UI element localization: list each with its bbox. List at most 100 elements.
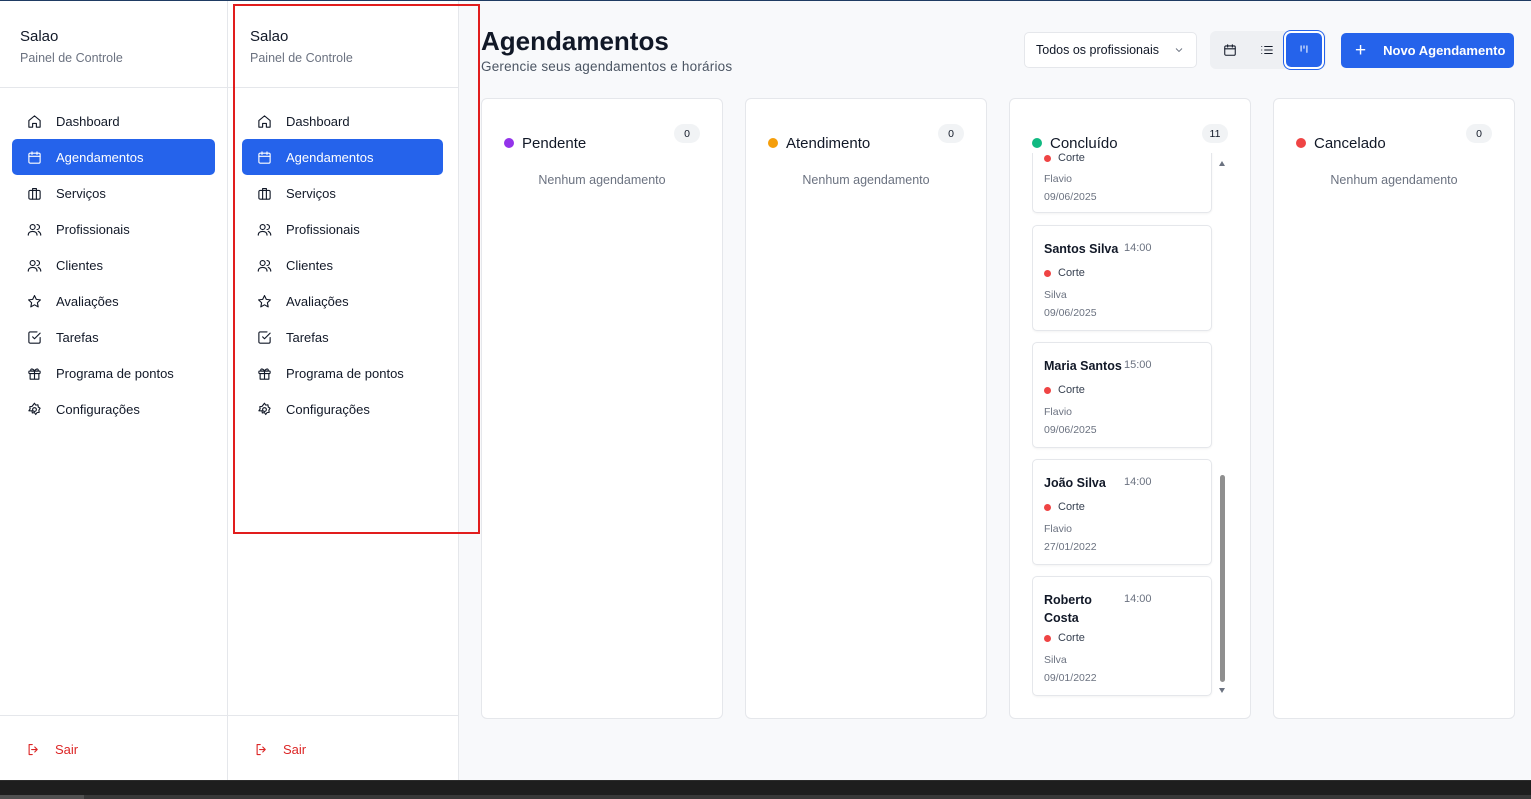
appointment-date: 09/06/2025 (1044, 191, 1097, 203)
new-appointment-button[interactable]: + Novo Agendamento (1341, 33, 1514, 68)
empty-state: Nenhum agendamento (1330, 173, 1458, 187)
sidebar-item-label: Tarefas (56, 329, 99, 345)
logout-label: Sair (55, 742, 79, 757)
appointment-card[interactable]: Maria Santos 15:00 Corte Flavio 09/06/20… (1032, 342, 1212, 448)
column-concluido: Concluído 11 Corte Flavio 09/06/2025 San… (1009, 98, 1251, 719)
appointment-card[interactable]: Roberto Costa 14:00 Corte Silva 09/01/20… (1032, 576, 1212, 696)
sidebar-item-tarefas[interactable]: Tarefas (242, 319, 443, 355)
users-icon (256, 221, 272, 237)
briefcase-icon (256, 185, 272, 201)
sidebar-item-servicos[interactable]: Serviços (12, 175, 215, 211)
sidebar-item-label: Tarefas (286, 329, 329, 345)
appointment-time: 15:00 (1124, 359, 1152, 371)
sidebar-item-label: Serviços (286, 185, 336, 201)
empty-state: Nenhum agendamento (802, 173, 930, 187)
status-dot (504, 138, 514, 148)
service-dot (1044, 154, 1051, 162)
service-label: Corte (1058, 501, 1085, 513)
client-name: João Silva (1044, 476, 1106, 490)
sidebar-item-label: Serviços (56, 185, 106, 201)
view-mode-toggle (1210, 31, 1326, 69)
sidebar-item-programa-de-pontos[interactable]: Programa de pontos (242, 355, 443, 391)
appointment-date: 27/01/2022 (1044, 541, 1097, 553)
client-name: Santos Silva (1044, 242, 1119, 256)
column-pendente: Pendente 0 Nenhum agendamento (481, 98, 723, 719)
taskbar-item[interactable] (0, 795, 84, 799)
scroll-up-arrow[interactable] (1219, 161, 1225, 166)
professional-filter-select[interactable]: Todos os profissionais (1024, 32, 1197, 68)
sidebar-item-label: Profissionais (56, 221, 130, 237)
sidebar-item-profissionais[interactable]: Profissionais (12, 211, 215, 247)
new-appointment-label: Novo Agendamento (1383, 43, 1506, 58)
service-label: Corte (1058, 632, 1085, 644)
count-badge: 0 (674, 124, 700, 143)
list-view-button[interactable] (1249, 33, 1285, 67)
sidebar-item-label: Agendamentos (286, 149, 374, 165)
calendar-icon (256, 149, 272, 165)
home-icon (26, 113, 42, 129)
sidebar-item-label: Programa de pontos (56, 365, 174, 381)
service-label: Corte (1058, 384, 1085, 396)
sidebar-item-programa-de-pontos[interactable]: Programa de pontos (12, 355, 215, 391)
column-title: Concluído (1050, 134, 1118, 152)
sidebar-item-profissionais[interactable]: Profissionais (242, 211, 443, 247)
sidebar-item-tarefas[interactable]: Tarefas (12, 319, 215, 355)
professional-filter-value: Todos os profissionais (1036, 43, 1159, 57)
sidebar-item-label: Configurações (286, 401, 370, 417)
service-dot (1044, 269, 1051, 277)
sidebar-item-agendamentos[interactable]: Agendamentos (242, 139, 443, 175)
gift-icon (256, 365, 272, 381)
users-icon (256, 257, 272, 273)
briefcase-icon (26, 185, 42, 201)
page-title: Agendamentos (481, 26, 669, 56)
professional-name: Flavio (1044, 523, 1073, 535)
sidebar-duplicate: Salao Painel de Controle Dashboard Agend… (228, 1, 459, 781)
star-icon (256, 293, 272, 309)
kanban-view-button[interactable] (1286, 33, 1322, 67)
column-cancelado: Cancelado 0 Nenhum agendamento (1273, 98, 1515, 719)
sidebar-item-avaliacoes[interactable]: Avaliações (12, 283, 215, 319)
sidebar-header: Salao Painel de Controle (228, 1, 458, 88)
sidebar-item-dashboard[interactable]: Dashboard (12, 103, 215, 139)
logout-icon (256, 743, 266, 756)
sidebar-header: Salao Painel de Controle (0, 1, 227, 88)
scroll-down-arrow[interactable] (1219, 688, 1225, 693)
sidebar-item-agendamentos[interactable]: Agendamentos (12, 139, 215, 175)
sidebar-item-servicos[interactable]: Serviços (242, 175, 443, 211)
professional-name: Flavio (1044, 406, 1073, 418)
sidebar-item-configuracoes[interactable]: Configurações (12, 391, 215, 427)
gift-icon (26, 365, 42, 381)
professional-name: Silva (1044, 289, 1067, 301)
plus-icon: + (1355, 40, 1367, 61)
sidebar-nav: Dashboard Agendamentos Serviços Profissi… (228, 88, 458, 427)
column-atendimento: Atendimento 0 Nenhum agendamento (745, 98, 987, 719)
sidebar-item-configuracoes[interactable]: Configurações (242, 391, 443, 427)
appointment-card[interactable]: Santos Silva 14:00 Corte Silva 09/06/202… (1032, 225, 1212, 331)
scroll-thumb[interactable] (1220, 475, 1225, 682)
sidebar-footer: Sair (228, 715, 458, 781)
app-subtitle: Painel de Controle (250, 51, 353, 65)
count-badge: 0 (1466, 124, 1492, 143)
logout-button[interactable]: Sair (26, 742, 227, 757)
sidebar-item-dashboard[interactable]: Dashboard (242, 103, 443, 139)
card-list-scrollbar[interactable] (1217, 156, 1229, 696)
appointment-card[interactable]: Corte Flavio 09/06/2025 (1032, 153, 1212, 213)
sidebar-item-avaliacoes[interactable]: Avaliações (242, 283, 443, 319)
check-square-icon (26, 329, 42, 345)
count-badge: 11 (1202, 124, 1228, 143)
calendar-view-button[interactable] (1212, 33, 1248, 67)
logout-button[interactable]: Sair (254, 742, 458, 757)
logout-icon (28, 743, 38, 756)
sidebar-item-label: Dashboard (286, 113, 350, 129)
kanban-icon (1300, 45, 1308, 53)
column-title: Atendimento (786, 134, 871, 152)
service-label: Corte (1058, 153, 1085, 164)
sidebar-item-clientes[interactable]: Clientes (12, 247, 215, 283)
gear-icon (256, 401, 272, 417)
appointment-card[interactable]: João Silva 14:00 Corte Flavio 27/01/2022 (1032, 459, 1212, 565)
professional-name: Silva (1044, 654, 1067, 666)
service-dot (1044, 503, 1051, 511)
service-tag: Corte (1044, 384, 1085, 396)
card-list[interactable]: Corte Flavio 09/06/2025 Santos Silva 14:… (1032, 153, 1235, 699)
sidebar-item-clientes[interactable]: Clientes (242, 247, 443, 283)
